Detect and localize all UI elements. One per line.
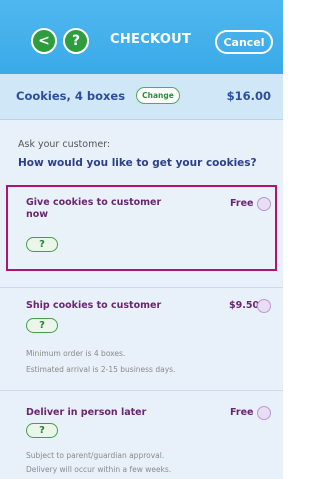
option-title: Deliver in person later: [26, 407, 147, 418]
option-radio[interactable]: [257, 197, 271, 211]
back-button[interactable]: <: [31, 28, 57, 54]
option-deliver-later[interactable]: Deliver in person later Free ? Subject t…: [6, 391, 277, 479]
option-title: Give cookies to customer now: [26, 197, 162, 220]
option-ship[interactable]: Ship cookies to customer $9.50 ? Minimum…: [6, 288, 277, 388]
option-note-min: Minimum order is 4 boxes.: [26, 349, 126, 358]
ask-customer-label: Ask your customer:: [18, 139, 111, 150]
delivery-question: How would you like to get your cookies?: [18, 157, 257, 169]
change-button[interactable]: Change: [136, 87, 180, 104]
option-radio[interactable]: [257, 299, 271, 313]
question-mark-icon: ?: [71, 33, 81, 49]
option-price: Free: [230, 407, 254, 418]
question-mark-icon: ?: [39, 239, 45, 250]
option-price: Free: [230, 198, 254, 209]
option-note-approval: Subject to parent/guardian approval.: [26, 451, 165, 460]
page-title: CHECKOUT: [110, 32, 192, 47]
order-total: $16.00: [226, 89, 271, 103]
option-note-arrival: Estimated arrival is 2-15 business days.: [26, 365, 176, 374]
chevron-left-icon: <: [38, 33, 50, 49]
option-help-button[interactable]: ?: [26, 237, 58, 252]
option-give-now[interactable]: Give cookies to customer now Free ?: [6, 185, 277, 271]
checkout-screen: < ? CHECKOUT Cancel Cookies, 4 boxes Cha…: [0, 0, 283, 479]
option-title: Ship cookies to customer: [26, 300, 162, 311]
option-radio[interactable]: [257, 406, 271, 420]
checkout-header: < ? CHECKOUT Cancel: [0, 0, 283, 74]
question-mark-icon: ?: [39, 320, 45, 331]
option-help-button[interactable]: ?: [26, 423, 58, 438]
question-mark-icon: ?: [39, 425, 45, 436]
order-summary: Cookies, 4 boxes Change $16.00: [0, 74, 283, 120]
option-help-button[interactable]: ?: [26, 318, 58, 333]
option-note-delivery: Delivery will occur within a few weeks.: [26, 465, 172, 474]
cancel-button[interactable]: Cancel: [215, 30, 273, 54]
order-summary-label: Cookies, 4 boxes: [16, 89, 126, 103]
help-button[interactable]: ?: [63, 28, 89, 54]
option-price: $9.50: [229, 300, 260, 311]
